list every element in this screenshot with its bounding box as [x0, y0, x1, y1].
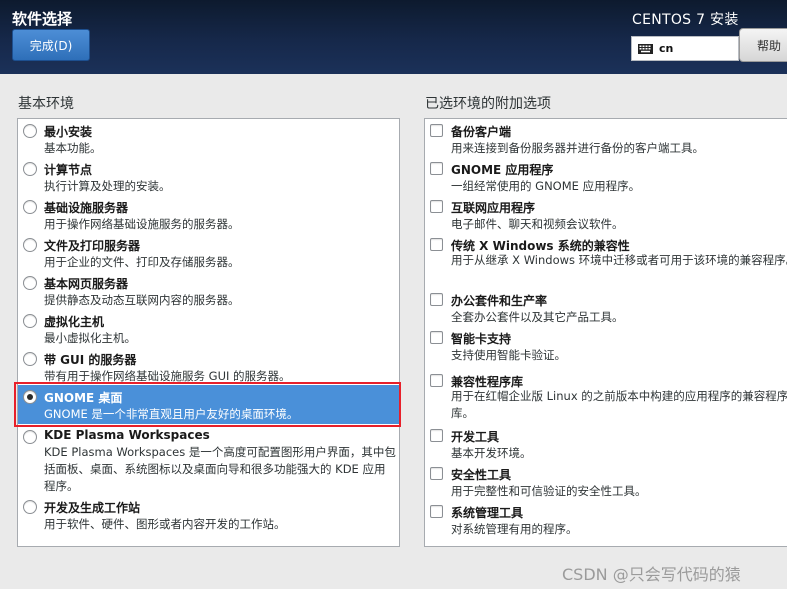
checkbox[interactable] — [430, 238, 443, 251]
checkbox[interactable] — [430, 505, 443, 518]
addon-desc: 用来连接到备份服务器并进行备份的客户端工具。 — [451, 141, 704, 155]
radio-button-checked[interactable] — [23, 390, 37, 404]
product-title: CENTOS 7 安装 — [632, 12, 739, 28]
addon-title: 智能卡支持 — [451, 332, 512, 346]
addon-desc: 支持使用智能卡验证。 — [451, 348, 566, 362]
radio-button[interactable] — [23, 430, 37, 444]
env-option-title: GNOME 桌面 — [44, 391, 123, 405]
env-option-desc: 执行计算及处理的安装。 — [44, 179, 171, 193]
radio-button[interactable] — [23, 162, 37, 176]
env-option-desc: 基本功能。 — [44, 141, 102, 155]
addon-desc: 全套办公套件以及其它产品工具。 — [451, 310, 624, 324]
addon-desc: 用于完整性和可信验证的安全性工具。 — [451, 484, 647, 498]
radio-button[interactable] — [23, 352, 37, 366]
addon-title: 办公套件和生产率 — [451, 294, 548, 308]
addon-title: 开发工具 — [451, 430, 500, 444]
env-option-title: 带 GUI 的服务器 — [44, 353, 137, 367]
env-option-title: 虚拟化主机 — [44, 315, 105, 329]
watermark-text: CSDN @只会写代码的猿 — [562, 565, 741, 584]
page-title: 软件选择 — [12, 10, 73, 28]
radio-button[interactable] — [23, 276, 37, 290]
addons-list: 备份客户端 用来连接到备份服务器并进行备份的客户端工具。 GNOME 应用程序 … — [424, 118, 787, 547]
addon-title: GNOME 应用程序 — [451, 163, 554, 177]
addon-title: 互联网应用程序 — [451, 201, 536, 215]
header-bar: 软件选择 完成(D) CENTOS 7 安装 cn 帮助 — [0, 0, 787, 74]
checkbox[interactable] — [430, 331, 443, 344]
env-option-desc: GNOME 是一个非常直观且用户友好的桌面环境。 — [44, 407, 299, 421]
addon-desc: 对系统管理有用的程序。 — [451, 522, 578, 536]
env-option-desc: 带有用于操作网络基础设施服务 GUI 的服务器。 — [44, 369, 291, 383]
checkbox[interactable] — [430, 200, 443, 213]
env-option-title: 文件及打印服务器 — [44, 239, 141, 253]
radio-button[interactable] — [23, 500, 37, 514]
keyboard-icon — [638, 43, 653, 54]
addon-desc: 一组经常使用的 GNOME 应用程序。 — [451, 179, 641, 193]
addon-title: 系统管理工具 — [451, 506, 524, 520]
radio-button[interactable] — [23, 200, 37, 214]
radio-button[interactable] — [23, 238, 37, 252]
addon-desc: 基本开发环境。 — [451, 446, 532, 460]
checkbox[interactable] — [430, 429, 443, 442]
addon-title: 备份客户端 — [451, 125, 512, 139]
env-option-title: 最小安装 — [44, 125, 93, 139]
env-option-title: 基本网页服务器 — [44, 277, 129, 291]
addons-heading: 已选环境的附加选项 — [425, 96, 551, 112]
checkbox[interactable] — [430, 162, 443, 175]
checkbox[interactable] — [430, 467, 443, 480]
checkbox[interactable] — [430, 374, 443, 387]
help-button[interactable]: 帮助 — [739, 28, 787, 62]
env-option-desc: 用于企业的文件、打印及存储服务器。 — [44, 255, 240, 269]
env-option-desc: 最小虚拟化主机。 — [44, 331, 136, 345]
env-option-title: 计算节点 — [44, 163, 93, 177]
addon-desc: 电子邮件、聊天和视频会议软件。 — [451, 217, 624, 231]
base-environment-heading: 基本环境 — [18, 96, 74, 112]
env-option-desc: 提供静态及动态互联网内容的服务器。 — [44, 293, 240, 307]
radio-button[interactable] — [23, 124, 37, 138]
addon-desc: 用于在红帽企业版 Linux 的之前版本中构建的应用程序的兼容程序库。 — [451, 389, 787, 420]
base-environment-list: 最小安装 基本功能。 计算节点 执行计算及处理的安装。 基础设施服务器 用于操作… — [17, 118, 400, 547]
addon-title: 安全性工具 — [451, 468, 512, 482]
env-option-desc: 用于软件、硬件、图形或者内容开发的工作站。 — [44, 517, 286, 531]
done-button[interactable]: 完成(D) — [12, 29, 90, 61]
keyboard-layout-indicator[interactable]: cn — [631, 36, 739, 61]
env-option-desc: KDE Plasma Workspaces 是一个高度可配置图形用户界面，其中包… — [44, 445, 396, 493]
env-option-title: 开发及生成工作站 — [44, 501, 141, 515]
radio-button[interactable] — [23, 314, 37, 328]
env-option-gnome-desktop[interactable]: GNOME 桌面 GNOME 是一个非常直观且用户友好的桌面环境。 — [18, 385, 399, 424]
checkbox[interactable] — [430, 293, 443, 306]
checkbox[interactable] — [430, 124, 443, 137]
env-option-desc: 用于操作网络基础设施服务的服务器。 — [44, 217, 240, 231]
env-option-title: KDE Plasma Workspaces — [44, 428, 210, 442]
keyboard-layout-label: cn — [659, 42, 674, 55]
env-option-title: 基础设施服务器 — [44, 201, 129, 215]
addon-desc: 用于从继承 X Windows 环境中迁移或者可用于该环境的兼容程序。 — [451, 253, 787, 267]
